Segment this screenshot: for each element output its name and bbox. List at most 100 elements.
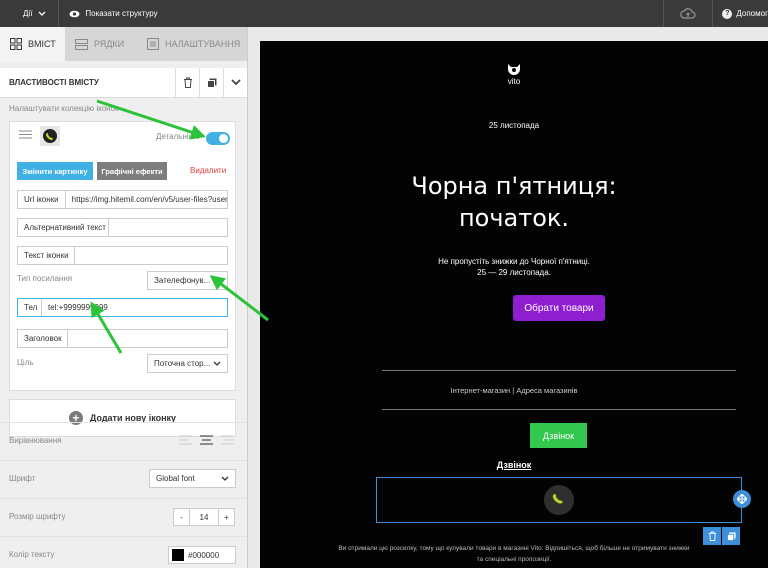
link-type-value: Зателефонув... xyxy=(154,276,211,285)
tab-content-label: Вміст xyxy=(28,39,56,49)
divider-bottom xyxy=(382,409,736,410)
chevron-down-icon xyxy=(38,11,46,16)
grid-icon xyxy=(10,38,22,50)
actions-label: Дії xyxy=(23,9,33,18)
heading-field[interactable]: Заголовок xyxy=(17,329,228,348)
font-label: Шрифт xyxy=(9,474,36,483)
subline-2: 25 — 29 листопада. xyxy=(477,268,551,277)
show-structure-button[interactable]: Показати структуру xyxy=(59,9,158,18)
target-select[interactable]: Поточна стор... xyxy=(147,354,228,373)
font-size-increase[interactable]: + xyxy=(218,509,234,525)
help-icon: ? xyxy=(722,8,733,19)
target-label: Ціль xyxy=(17,358,34,367)
panel-tabs: Вміст Рядки Налаштування xyxy=(0,27,247,61)
tab-rows-label: Рядки xyxy=(94,39,125,49)
font-setting: Шрифт Global font xyxy=(0,460,247,496)
details-label: Детальніше xyxy=(156,132,200,141)
details-toggle[interactable] xyxy=(206,132,230,145)
move-handle[interactable] xyxy=(733,490,751,508)
font-size-stepper: - 14 + xyxy=(173,508,235,526)
text-color-picker[interactable]: #000000 xyxy=(168,546,236,564)
duplicate-block-button[interactable] xyxy=(199,67,223,98)
alt-text-label: Альтернативний текст xyxy=(18,219,109,236)
settings-panel-icon xyxy=(147,38,159,50)
tel-label: Тел xyxy=(18,299,42,316)
call-button[interactable]: Дзвінок xyxy=(530,423,587,448)
text-color-value: #000000 xyxy=(188,550,220,560)
eye-icon xyxy=(69,10,80,17)
link-type-label: Тип посилання xyxy=(17,274,73,283)
alignment-label: Вирівнювання xyxy=(9,436,62,445)
cloud-upload-icon xyxy=(680,7,696,19)
tab-settings[interactable]: Налаштування xyxy=(137,27,247,61)
align-left-icon[interactable] xyxy=(179,435,192,445)
footer-links[interactable]: Інтернет-магазин | Адреса магазинів xyxy=(260,386,768,395)
icon-thumbnail[interactable] xyxy=(40,126,60,146)
icon-url-field[interactable]: Url іконки https://img.hitemil.com/en/v5… xyxy=(17,190,228,209)
subline-1: Не пропустіть знижки до Чорної п'ятниці. xyxy=(438,257,590,266)
tab-settings-label: Налаштування xyxy=(165,39,241,49)
logo-text: vito xyxy=(507,77,521,86)
delete-block-button[interactable] xyxy=(175,67,199,98)
brand-logo: vito xyxy=(260,63,768,86)
move-icon xyxy=(737,494,747,504)
cloud-save-button[interactable] xyxy=(663,0,714,27)
show-structure-label: Показати структуру xyxy=(85,9,158,18)
drag-handle-icon[interactable] xyxy=(19,130,32,139)
icon-url-value: https://img.hitemil.com/en/v5/user-files… xyxy=(71,195,227,204)
duplicate-element-button[interactable] xyxy=(722,527,740,545)
tel-value: tel:+9999999999 xyxy=(48,303,108,312)
target-value: Поточна стор... xyxy=(154,359,211,368)
content-properties-header: Властивості вмісту xyxy=(0,67,247,98)
help-label: Допомог xyxy=(736,9,768,18)
alt-text-field[interactable]: Альтернативний текст xyxy=(17,218,228,237)
delete-icon-link[interactable]: Видалити xyxy=(190,166,226,175)
headline-line-2: початок. xyxy=(458,204,570,232)
divider-top xyxy=(382,370,736,371)
font-size-value[interactable]: 14 xyxy=(190,509,218,525)
chevron-down-icon xyxy=(221,476,229,481)
font-size-decrease[interactable]: - xyxy=(174,509,190,525)
graphic-effects-button[interactable]: Графічні ефекти xyxy=(97,162,167,180)
content-properties-title: Властивості вмісту xyxy=(9,78,99,87)
help-button[interactable]: ? Допомог xyxy=(713,8,768,19)
trash-icon xyxy=(708,531,716,541)
icon-text-label: Текст іконки xyxy=(18,247,75,264)
event-date: 25 листопада xyxy=(488,121,540,130)
font-select[interactable]: Global font xyxy=(149,469,236,488)
headline-line-1: Чорна п'ятниця: xyxy=(411,172,617,200)
align-right-icon[interactable] xyxy=(221,435,234,445)
trash-icon xyxy=(183,77,192,88)
editor-panel: Вміст Рядки Налаштування Властивості вмі… xyxy=(0,27,248,568)
chevron-down-icon xyxy=(213,361,221,366)
call-icon[interactable] xyxy=(544,485,574,515)
email-preview: vito 25 листопада Чорна п'ятниця: почато… xyxy=(260,41,768,568)
text-color-label: Колір тексту xyxy=(9,550,55,559)
tab-content[interactable]: Вміст xyxy=(0,27,65,61)
call-title: Дзвінок xyxy=(496,460,532,470)
icon-text-field[interactable]: Текст іконки xyxy=(17,246,228,265)
font-size-label: Розмір шрифту xyxy=(9,512,66,521)
top-toolbar: Дії Показати структуру ? Допомог xyxy=(0,0,768,27)
block-tools xyxy=(703,527,741,545)
text-color-setting: Колір тексту #000000 xyxy=(0,536,247,568)
heading-label: Заголовок xyxy=(18,330,68,347)
chevron-down-icon xyxy=(230,79,241,86)
actions-dropdown[interactable]: Дії xyxy=(0,0,60,27)
collapse-button[interactable] xyxy=(223,67,247,98)
tel-field[interactable]: Тел tel:+9999999999 xyxy=(17,298,228,317)
alignment-setting: Вирівнювання xyxy=(0,422,247,458)
rows-icon xyxy=(75,38,88,50)
phone-icon xyxy=(552,494,563,504)
footer-text-1: Ви отримали цю розсилку, тому що купувал… xyxy=(338,545,690,552)
align-center-icon[interactable] xyxy=(200,435,213,445)
change-image-button[interactable]: Змінити картинку xyxy=(17,162,93,180)
font-value: Global font xyxy=(156,474,195,483)
tab-rows[interactable]: Рядки xyxy=(65,27,137,61)
logo-icon xyxy=(508,64,520,75)
color-swatch xyxy=(172,549,184,561)
copy-icon xyxy=(206,78,216,88)
choose-products-button[interactable]: Обрати товари xyxy=(513,295,605,321)
delete-element-button[interactable] xyxy=(703,527,721,545)
link-type-select[interactable]: Зателефонув... xyxy=(147,271,228,290)
